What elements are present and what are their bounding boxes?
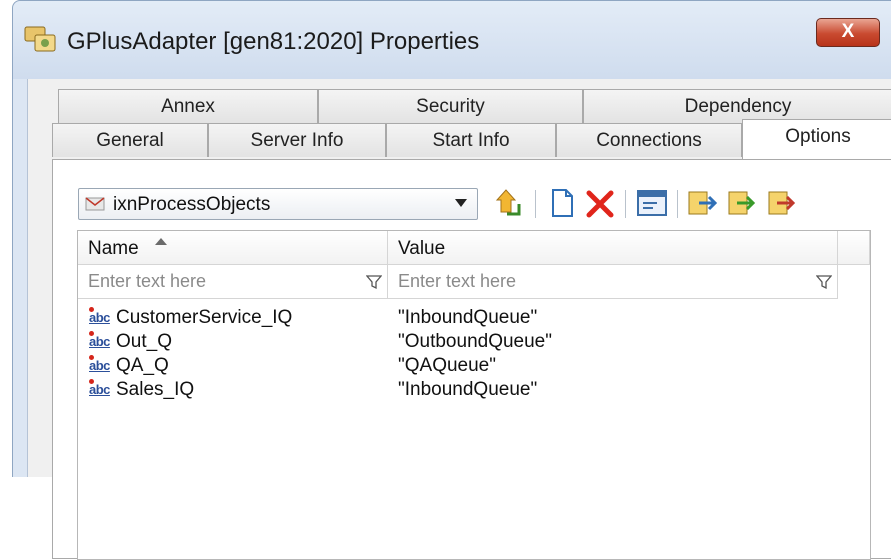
- tab-connections[interactable]: Connections: [556, 123, 742, 157]
- string-type-icon: abc: [88, 355, 114, 375]
- tab-label: Annex: [161, 96, 215, 117]
- section-selector[interactable]: ixnProcessObjects: [78, 188, 478, 220]
- column-header-filler: [838, 231, 870, 265]
- tab-dependency[interactable]: Dependency: [583, 89, 891, 123]
- tab-options[interactable]: Options: [742, 119, 891, 159]
- dialog-client: Annex Security Dependency General Server…: [27, 79, 891, 560]
- sort-ascending-icon: [155, 238, 167, 245]
- chevron-down-icon[interactable]: [455, 199, 467, 207]
- options-panel: ixnProcessObjects Name Value Enter text …: [52, 159, 891, 560]
- edit-icon[interactable]: [635, 186, 669, 220]
- table-row[interactable]: abc Sales_IQ "InboundQueue": [78, 379, 870, 403]
- toolbar-separator: [535, 190, 536, 218]
- tab-label: Dependency: [684, 96, 792, 117]
- tab-security[interactable]: Security: [318, 89, 583, 123]
- tab-server-info[interactable]: Server Info: [208, 123, 386, 157]
- title-bar[interactable]: GPlusAdapter [gen81:2020] Properties X: [13, 1, 891, 79]
- name-filter-input[interactable]: [78, 265, 387, 298]
- table-row[interactable]: abc Out_Q "OutboundQueue": [78, 331, 870, 355]
- filter-icon[interactable]: [816, 274, 832, 290]
- toolbar-separator: [625, 190, 626, 218]
- table-row[interactable]: abc QA_Q "QAQueue": [78, 355, 870, 379]
- string-type-icon: abc: [88, 379, 114, 399]
- options-grid: Name Value Enter text here Enter text he…: [77, 230, 871, 560]
- column-header-value[interactable]: Value: [388, 231, 838, 265]
- tab-start-info[interactable]: Start Info: [386, 123, 556, 157]
- properties-window: GPlusAdapter [gen81:2020] Properties X A…: [12, 0, 891, 560]
- table-row[interactable]: abc CustomerService_IQ "InboundQueue": [78, 307, 870, 331]
- close-icon: X: [841, 21, 855, 42]
- new-icon[interactable]: [545, 186, 579, 220]
- tab-label: Options: [785, 126, 851, 147]
- app-icon: [24, 26, 56, 52]
- tab-label: Security: [416, 96, 485, 117]
- column-header-label: Name: [88, 238, 139, 259]
- toolbar-separator: [677, 190, 678, 218]
- value-filter-input[interactable]: [388, 265, 837, 298]
- string-type-icon: abc: [88, 307, 114, 327]
- section-icon: [85, 197, 105, 211]
- window-title: GPlusAdapter [gen81:2020] Properties: [67, 28, 480, 55]
- copy-icon[interactable]: [765, 186, 799, 220]
- tab-label: Start Info: [432, 130, 510, 151]
- string-type-icon: abc: [88, 331, 114, 351]
- tab-label: Server Info: [250, 130, 344, 151]
- option-value: "QAQueue": [398, 355, 496, 376]
- close-button[interactable]: X: [816, 18, 880, 47]
- option-value: "InboundQueue": [398, 379, 538, 400]
- option-name: Out_Q: [116, 331, 172, 352]
- filter-icon[interactable]: [366, 274, 382, 290]
- option-name-cell: abc Sales_IQ: [88, 379, 194, 401]
- option-name: Sales_IQ: [116, 379, 195, 400]
- section-selector-value: ixnProcessObjects: [113, 194, 271, 215]
- option-name-cell: abc QA_Q: [88, 355, 169, 377]
- column-header-name[interactable]: Name: [78, 231, 388, 265]
- value-filter-cell: [388, 265, 838, 299]
- option-value: "OutboundQueue": [398, 331, 552, 352]
- tab-label: Connections: [596, 130, 702, 151]
- name-filter-cell: [78, 265, 388, 299]
- option-name-cell: abc Out_Q: [88, 331, 172, 353]
- option-value: "InboundQueue": [398, 307, 538, 328]
- option-name: CustomerService_IQ: [116, 307, 293, 328]
- column-header-label: Value: [398, 238, 446, 259]
- up-level-icon[interactable]: [493, 186, 527, 220]
- export-icon[interactable]: [725, 186, 759, 220]
- option-name: QA_Q: [116, 355, 169, 376]
- option-name-cell: abc CustomerService_IQ: [88, 307, 292, 329]
- tab-annex[interactable]: Annex: [58, 89, 318, 123]
- tab-label: General: [96, 130, 164, 151]
- delete-icon[interactable]: [583, 186, 617, 220]
- tab-general[interactable]: General: [52, 123, 208, 157]
- import-icon[interactable]: [685, 186, 719, 220]
